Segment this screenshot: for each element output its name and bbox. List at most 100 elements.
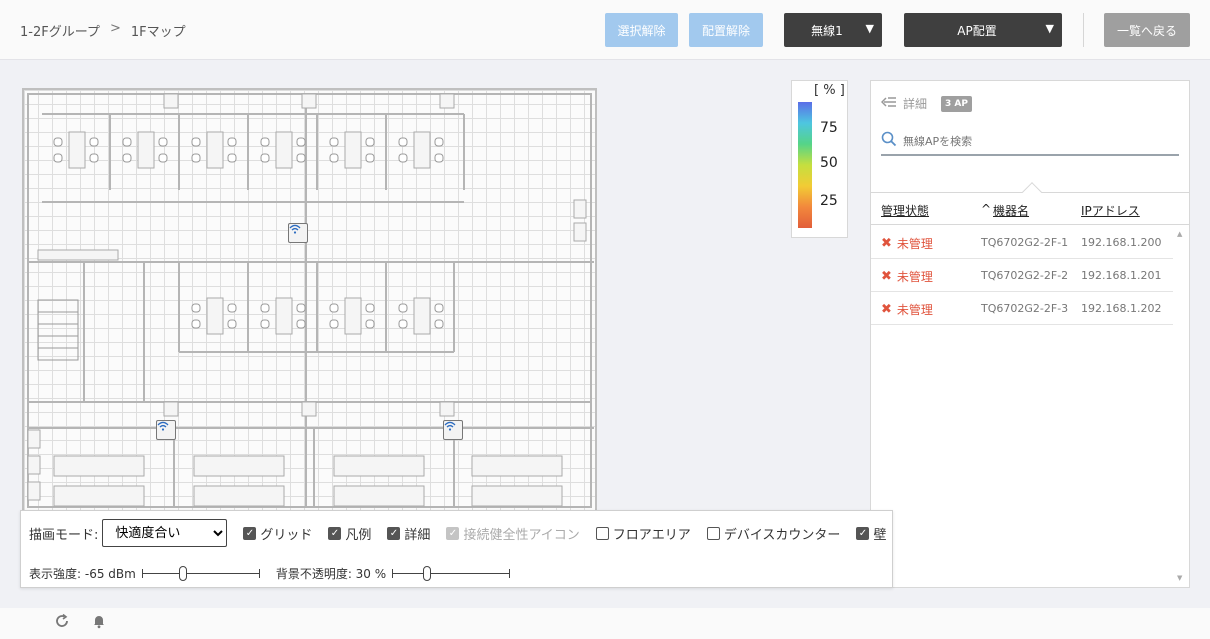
controls-row-options: 描画モード: 快適度合い ✓ グリッド ✓ 凡例 ✓ 詳細 ✓ 接続健全性アイコン フロ… [29, 519, 886, 547]
access-point-marker-1[interactable] [288, 223, 308, 243]
ap-search[interactable] [881, 128, 1179, 156]
grid-checkbox[interactable]: ✓ グリッド [243, 524, 312, 543]
panel-header: 詳細 3 AP [880, 95, 972, 112]
draw-mode-select[interactable]: 快適度合い [102, 519, 228, 547]
caret-down-icon: ▼ [1045, 22, 1054, 35]
search-input[interactable] [903, 134, 1163, 148]
legend-tick-25: 25 [820, 193, 838, 209]
table-scrollbar[interactable]: ▲ ▼ [1175, 226, 1187, 584]
device-name-cell: TQ6702G2-2F-1 [981, 236, 1069, 249]
device-counter-checkbox-label: デバイスカウンター [723, 527, 841, 543]
strength-label: 表示強度: -65 dBm [29, 567, 136, 581]
slider-track [141, 572, 260, 574]
breadcrumb-separator: > [109, 21, 121, 36]
display-controls: 描画モード: 快適度合い ✓ グリッド ✓ 凡例 ✓ 詳細 ✓ 接続健全性アイコン フロ… [20, 510, 893, 588]
access-point-marker-2[interactable] [156, 420, 176, 440]
slider-end [392, 568, 394, 578]
legend-color-scale [798, 102, 812, 228]
status-cell: ✖ 未管理 [881, 301, 933, 318]
device-name-cell: TQ6702G2-2F-3 [981, 302, 1069, 315]
collapse-list-icon[interactable] [880, 96, 897, 111]
header-divider [1083, 13, 1084, 47]
health-icon-checkbox: ✓ 接続健全性アイコン [446, 524, 580, 543]
detail-checkbox[interactable]: ✓ 詳細 [387, 524, 430, 543]
footer-bar [0, 608, 1210, 639]
checkbox-disabled-icon: ✓ [446, 526, 460, 540]
slider-thumb[interactable] [178, 565, 187, 581]
slider-end [509, 568, 511, 578]
unplace-button[interactable]: 配置解除 [689, 13, 763, 47]
table-row[interactable]: ✖ 未管理 TQ6702G2-2F-3 192.168.1.202 [871, 292, 1173, 325]
status-cell: ✖ 未管理 [881, 235, 933, 252]
deselect-button-label: 選択解除 [617, 23, 666, 38]
floor-area-checkbox[interactable]: フロアエリア [595, 524, 691, 543]
ip-cell: 192.168.1.201 [1081, 269, 1162, 282]
ip-cell: 192.168.1.200 [1081, 236, 1162, 249]
checkbox-unchecked-icon [706, 526, 720, 540]
color-legend: [ % ] 75 50 25 [791, 80, 848, 238]
ap-placement-label: AP配置 [957, 23, 997, 38]
back-button-label: 一覧へ戻る [1116, 23, 1177, 38]
breadcrumb: 1-2Fグループ > 1Fマップ [20, 21, 186, 40]
checkbox-checked-icon: ✓ [856, 526, 870, 540]
legend-unit: [ % ] [814, 83, 845, 98]
sort-ascending-icon[interactable]: ^ [981, 202, 991, 216]
column-status[interactable]: 管理状態 [881, 202, 929, 219]
table-row[interactable]: ✖ 未管理 TQ6702G2-2F-1 192.168.1.200 [871, 226, 1173, 259]
refresh-icon[interactable] [54, 613, 70, 633]
controls-row-sliders: 表示強度: -65 dBm 背景不透明度: 30 % [29, 565, 511, 582]
slider-end [258, 568, 260, 578]
map-area: [ % ] 75 50 25 詳細 3 AP 管理状態 ^ 機器名 IPアドレス [0, 61, 1210, 608]
wall-checkbox[interactable]: ✓ 壁 [856, 524, 886, 543]
back-to-list-button[interactable]: 一覧へ戻る [1104, 13, 1190, 47]
table-row[interactable]: ✖ 未管理 TQ6702G2-2F-2 192.168.1.201 [871, 259, 1173, 292]
caret-down-icon: ▼ [865, 22, 874, 35]
detail-checkbox-label: 詳細 [404, 527, 431, 543]
access-point-marker-3[interactable] [443, 420, 463, 440]
grid-checkbox-label: グリッド [260, 527, 313, 543]
ip-cell: 192.168.1.202 [1081, 302, 1162, 315]
mode-label: 描画モード: [29, 527, 99, 543]
bell-icon[interactable] [91, 613, 107, 633]
scroll-down-icon[interactable]: ▼ [1177, 574, 1182, 582]
deselect-button[interactable]: 選択解除 [605, 13, 678, 47]
column-ip-address[interactable]: IPアドレス [1081, 202, 1140, 219]
x-icon: ✖ [881, 302, 892, 317]
opacity-slider[interactable] [392, 565, 511, 582]
status-cell: ✖ 未管理 [881, 268, 933, 285]
health-icon-checkbox-label: 接続健全性アイコン [463, 527, 580, 543]
device-name-cell: TQ6702G2-2F-2 [981, 269, 1069, 282]
header-notch [1022, 182, 1042, 202]
x-icon: ✖ [881, 269, 892, 284]
x-icon: ✖ [881, 236, 892, 251]
wall-checkbox-label: 壁 [873, 527, 887, 543]
column-device-name[interactable]: 機器名 [993, 202, 1029, 219]
scroll-up-icon[interactable]: ▲ [1177, 230, 1182, 238]
slider-track [392, 572, 511, 574]
checkbox-unchecked-icon [595, 526, 609, 540]
slider-end [141, 568, 143, 578]
legend-tick-50: 50 [820, 155, 838, 171]
ap-table-header: 管理状態 ^ 機器名 IPアドレス [871, 182, 1189, 225]
ap-count-badge: 3 AP [941, 95, 972, 112]
strength-slider[interactable] [141, 565, 260, 582]
breadcrumb-group[interactable]: 1-2Fグループ [20, 21, 100, 40]
unplace-button-label: 配置解除 [701, 23, 750, 38]
slider-thumb[interactable] [423, 565, 432, 581]
breadcrumb-map: 1Fマップ [130, 25, 186, 40]
wireless-select-label: 無線1 [811, 23, 843, 38]
status-text: 未管理 [896, 303, 933, 317]
floor-plan[interactable] [22, 88, 597, 513]
device-counter-checkbox[interactable]: デバイスカウンター [706, 524, 841, 543]
checkbox-checked-icon: ✓ [328, 526, 342, 540]
legend-checkbox[interactable]: ✓ 凡例 [328, 524, 371, 543]
ap-placement-dropdown[interactable]: AP配置 ▼ [904, 13, 1062, 47]
search-icon [881, 131, 897, 151]
floor-plan-drawing [27, 93, 594, 508]
top-header: 1-2Fグループ > 1Fマップ 選択解除 配置解除 無線1 ▼ AP配置 ▼ … [0, 0, 1210, 60]
detail-panel: 詳細 3 AP 管理状態 ^ 機器名 IPアドレス ✖ 未管理 TQ6702G2-… [870, 80, 1190, 588]
wireless-select-dropdown[interactable]: 無線1 ▼ [784, 13, 882, 47]
panel-title: 詳細 [903, 97, 928, 111]
legend-checkbox-label: 凡例 [345, 527, 372, 543]
status-text: 未管理 [896, 270, 933, 284]
